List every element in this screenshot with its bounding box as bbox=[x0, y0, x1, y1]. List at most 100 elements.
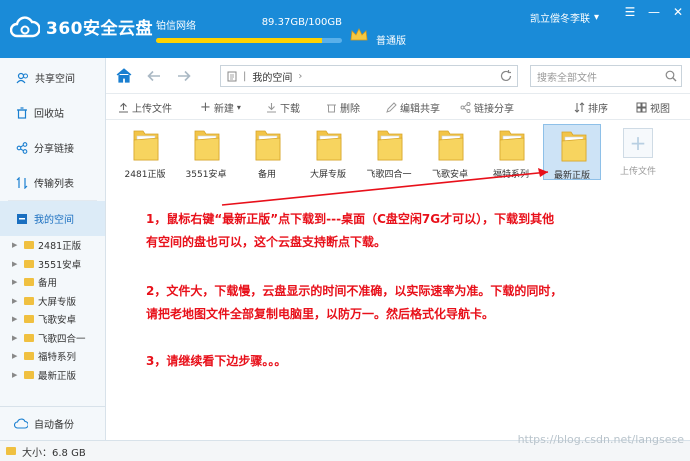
storage-text: 89.37GB/100GB bbox=[261, 17, 342, 28]
minimize-icon[interactable]: — bbox=[648, 5, 660, 19]
tree-item[interactable]: ▶ 最新正版 bbox=[12, 366, 105, 385]
folder-icon bbox=[24, 259, 34, 268]
download-label: 下载 bbox=[280, 104, 300, 115]
menu-icon[interactable]: ☰ bbox=[624, 5, 636, 19]
search-icon[interactable] bbox=[665, 70, 677, 82]
forward-button[interactable] bbox=[172, 64, 196, 88]
file-name: 2481正版 bbox=[124, 170, 166, 180]
file-item-folder[interactable]: 大屏专版 bbox=[299, 124, 357, 180]
app-title: 360安全云盘 bbox=[46, 19, 153, 39]
tree-item[interactable]: ▶ 备用 bbox=[12, 273, 105, 292]
edit-share-button[interactable]: 编辑共享 bbox=[386, 100, 440, 115]
breadcrumb[interactable]: | 我的空间 › bbox=[220, 65, 518, 87]
transfer-icon bbox=[16, 176, 28, 189]
window-controls: ☰ — ✕ bbox=[624, 5, 684, 19]
vip-label[interactable]: 普通版 bbox=[376, 32, 406, 47]
folder-icon bbox=[24, 352, 34, 361]
tree-item-label: 2481正版 bbox=[38, 241, 82, 253]
cloud-logo-icon bbox=[10, 15, 40, 37]
note-line: 有空间的盘也可以，这个云盘支持断点下载。 bbox=[146, 235, 387, 249]
upload-tile-label: 上传文件 bbox=[619, 167, 656, 177]
folder-icon bbox=[316, 130, 342, 161]
expand-arrow-icon[interactable]: ▶ bbox=[12, 352, 20, 360]
file-item-folder[interactable]: 最新正版 bbox=[543, 124, 601, 181]
file-item-folder[interactable]: 2481正版 bbox=[116, 124, 174, 180]
file-item-folder[interactable]: 福特系列 bbox=[482, 124, 540, 180]
folder-tree: ▶ 2481正版 ▶ 3551安卓 ▶ 备用 ▶ 大屏专版 ▶ 飞歌安卓 ▶ 飞歌四合一 ▶ 福特系列 ▶ 最… bbox=[0, 236, 105, 384]
toolbar: 上传文件 + 新建 ▾ 下载 删除 编辑共享 链接分享 排序 视图 bbox=[106, 94, 690, 120]
refresh-icon[interactable] bbox=[499, 69, 513, 83]
file-item-folder[interactable]: 飞歌安卓 bbox=[421, 124, 479, 180]
app-logo: 360安全云盘 bbox=[10, 14, 153, 39]
tree-item[interactable]: ▶ 大屏专版 bbox=[12, 292, 105, 311]
expand-arrow-icon[interactable]: ▶ bbox=[12, 241, 20, 249]
sidebar-item-share-links[interactable]: 分享链接 bbox=[0, 130, 105, 165]
expand-arrow-icon[interactable]: ▶ bbox=[12, 315, 20, 323]
expand-arrow-icon[interactable]: ▶ bbox=[12, 371, 20, 379]
tree-item[interactable]: ▶ 3551安卓 bbox=[12, 255, 105, 274]
folder-icon bbox=[24, 315, 34, 324]
view-button[interactable]: 视图 bbox=[636, 100, 670, 115]
file-item-folder[interactable]: 备用 bbox=[238, 124, 296, 180]
close-icon[interactable]: ✕ bbox=[672, 5, 684, 19]
tree-item-label: 备用 bbox=[38, 278, 58, 290]
link-share-button[interactable]: 链接分享 bbox=[460, 100, 514, 115]
note-line: 1，鼠标右键“最新正版”点下载到---桌面（C盘空闲7G才可以），下载到其他 bbox=[146, 212, 555, 226]
upload-button[interactable]: 上传文件 bbox=[118, 100, 172, 115]
grid-view-icon bbox=[636, 102, 647, 113]
tree-item-label: 飞歌安卓 bbox=[38, 315, 77, 327]
note-line: 3，请继续看下边步骤。。。 bbox=[146, 354, 287, 368]
sidebar-item-recycle[interactable]: 回收站 bbox=[0, 95, 105, 130]
auto-backup-label: 自动备份 bbox=[34, 420, 74, 431]
expand-arrow-icon[interactable]: ▶ bbox=[12, 334, 20, 342]
arrow-left-icon bbox=[147, 70, 160, 81]
upload-label: 上传文件 bbox=[132, 104, 172, 115]
file-name: 最新正版 bbox=[553, 171, 590, 181]
sidebar-item-label: 传输列表 bbox=[34, 179, 74, 190]
folder-icon bbox=[438, 130, 464, 161]
search-input[interactable]: 搜索全部文件 bbox=[530, 65, 682, 87]
search-placeholder: 搜索全部文件 bbox=[537, 72, 597, 84]
file-name: 福特系列 bbox=[492, 170, 529, 180]
home-icon bbox=[116, 68, 132, 83]
expand-arrow-icon[interactable]: ▶ bbox=[12, 297, 20, 305]
file-item-folder[interactable]: 飞歌四合一 bbox=[360, 124, 418, 180]
arrow-right-icon bbox=[178, 70, 191, 81]
sidebar: 共享空间 回收站 分享链接 传输列表 我的空间 ▶ 2481正版 ▶ 3551安卓 ▶ 备… bbox=[0, 58, 106, 440]
user-menu[interactable]: 凯立偿冬李联 ▾ bbox=[530, 10, 599, 25]
view-label: 视图 bbox=[650, 104, 670, 115]
sort-label: 排序 bbox=[588, 104, 608, 115]
delete-button[interactable]: 删除 bbox=[326, 100, 360, 115]
breadcrumb-item[interactable]: 我的空间 bbox=[252, 69, 292, 84]
folder-icon bbox=[24, 278, 34, 287]
folder-icon bbox=[24, 333, 34, 342]
sidebar-item-shared[interactable]: 共享空间 bbox=[0, 60, 105, 95]
tree-item[interactable]: ▶ 福特系列 bbox=[12, 347, 105, 366]
new-label: 新建 bbox=[213, 104, 234, 115]
trash-icon bbox=[327, 104, 336, 113]
nav-bar: | 我的空间 › 搜索全部文件 bbox=[106, 58, 690, 94]
upload-tile[interactable]: + 上传文件 bbox=[612, 124, 664, 180]
sidebar-item-label: 分享链接 bbox=[34, 144, 74, 155]
auto-backup-button[interactable]: 自动备份 bbox=[0, 406, 106, 440]
folder-icon bbox=[24, 296, 34, 305]
chevron-down-icon: ▾ bbox=[594, 12, 600, 23]
tree-item[interactable]: ▶ 飞歌安卓 bbox=[12, 310, 105, 329]
back-button[interactable] bbox=[142, 64, 166, 88]
tree-item[interactable]: ▶ 飞歌四合一 bbox=[12, 329, 105, 348]
tree-item[interactable]: ▶ 2481正版 bbox=[12, 236, 105, 255]
edit-share-icon bbox=[386, 102, 397, 113]
note-line: 2，文件大，下载慢，云盘显示的时间不准确，以实际速率为准。下载的同时， bbox=[146, 284, 563, 298]
new-button[interactable]: + 新建 ▾ bbox=[200, 100, 241, 115]
sidebar-item-my-space[interactable]: 我的空间 bbox=[0, 201, 105, 236]
file-name: 3551安卓 bbox=[185, 170, 227, 180]
sort-button[interactable]: 排序 bbox=[574, 100, 608, 115]
home-button[interactable] bbox=[112, 64, 136, 88]
download-button[interactable]: 下载 bbox=[266, 100, 300, 115]
expand-arrow-icon[interactable]: ▶ bbox=[12, 260, 20, 268]
expand-arrow-icon[interactable]: ▶ bbox=[12, 278, 20, 286]
crown-icon bbox=[350, 28, 368, 41]
file-item-folder[interactable]: 3551安卓 bbox=[177, 124, 235, 180]
sidebar-item-transfers[interactable]: 传输列表 bbox=[0, 165, 105, 200]
folder-icon bbox=[194, 130, 220, 161]
